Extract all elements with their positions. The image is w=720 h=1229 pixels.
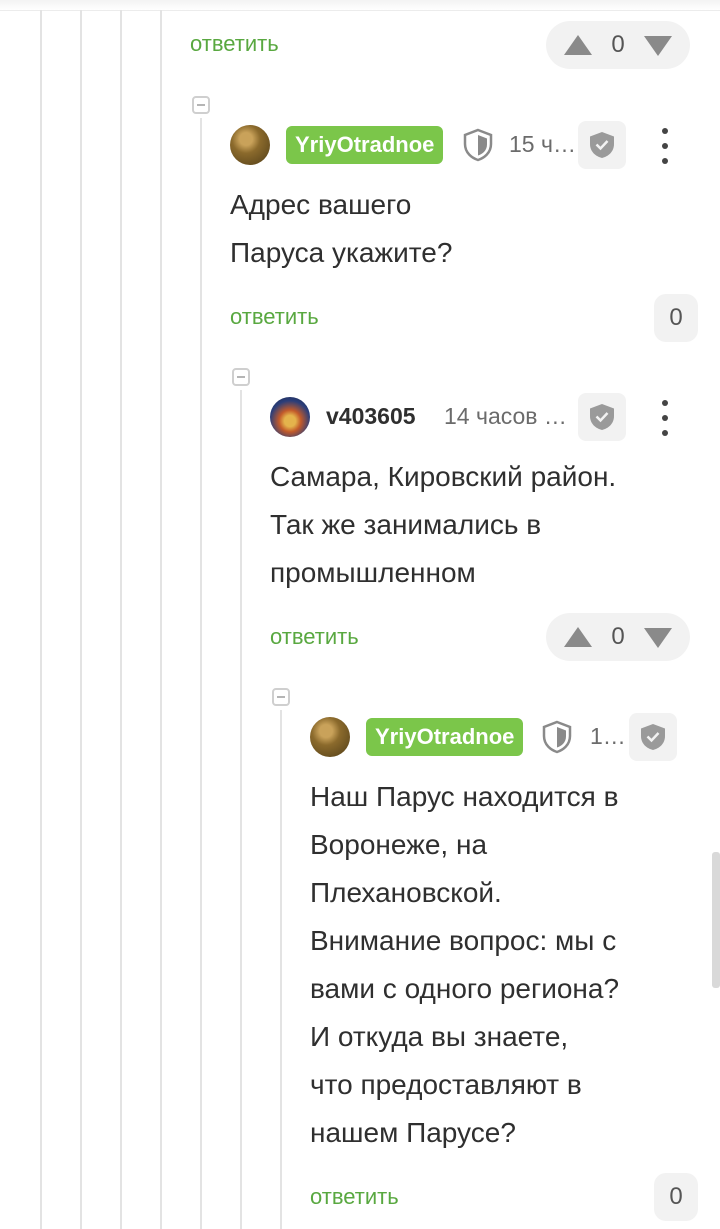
comment-text-line: вами с одного региона? xyxy=(310,973,620,1004)
arrow-down-icon[interactable] xyxy=(644,36,672,56)
collapse-icon[interactable] xyxy=(232,368,250,386)
avatar[interactable] xyxy=(270,397,310,437)
more-vert-icon[interactable] xyxy=(655,398,675,438)
reply-link[interactable]: ответить xyxy=(230,304,319,330)
arrow-up-icon[interactable] xyxy=(564,35,592,55)
thread-line xyxy=(120,10,122,1229)
comment-text-line: Адрес вашего xyxy=(230,189,412,220)
reply-link[interactable]: ответить xyxy=(270,624,359,650)
comment-text-line: промышленном xyxy=(270,557,476,588)
collapse-icon[interactable] xyxy=(272,688,290,706)
collapse-icon[interactable] xyxy=(192,96,210,114)
thread-line xyxy=(240,390,242,1229)
moderation-button[interactable] xyxy=(578,121,626,169)
shield-icon xyxy=(542,720,572,754)
comment-time: 14 часов … xyxy=(444,403,567,429)
avatar[interactable] xyxy=(310,717,350,757)
vote-count: 0 xyxy=(611,31,625,58)
thread-line xyxy=(200,118,202,1229)
thread-line xyxy=(160,10,162,1229)
comment-time: 15 ч… xyxy=(509,131,576,157)
username-badge[interactable]: YriyOtradnoe xyxy=(286,126,444,164)
top-shadow xyxy=(0,0,720,11)
vote-control: 0 xyxy=(546,613,690,661)
shield-icon xyxy=(463,128,493,162)
comment-text-line: Плехановской. xyxy=(310,877,502,908)
reply-link[interactable]: ответить xyxy=(310,1184,399,1210)
comment-text-line: Воронеже, на xyxy=(310,829,488,860)
comment-text-line: И откуда вы знаете, xyxy=(310,1021,569,1052)
thread-line xyxy=(40,10,42,1229)
thread-line xyxy=(280,710,282,1229)
comment-text-line: нашем Парусе? xyxy=(310,1117,516,1148)
arrow-down-icon[interactable] xyxy=(644,628,672,648)
thread-line xyxy=(80,10,82,1229)
shield-check-icon xyxy=(590,404,614,430)
vote-count: 0 xyxy=(669,304,683,331)
avatar[interactable] xyxy=(230,125,270,165)
shield-check-icon xyxy=(590,132,614,158)
comment-time: 1… xyxy=(590,723,626,749)
comment-text-line: что предоставляют в xyxy=(310,1069,582,1100)
vote-count: 0 xyxy=(611,623,625,650)
moderation-button[interactable] xyxy=(629,713,677,761)
vote-count: 0 xyxy=(669,1183,683,1210)
vote-control: 0 xyxy=(546,21,690,69)
arrow-up-icon[interactable] xyxy=(564,627,592,647)
username[interactable]: v403605 xyxy=(326,403,416,430)
comment-text-line: Так же занимались в xyxy=(270,509,542,540)
scrollbar[interactable] xyxy=(712,852,720,988)
moderation-button[interactable] xyxy=(578,393,626,441)
comment-text-line: Внимание вопрос: мы с xyxy=(310,925,617,956)
comment-text-line: Самара, Кировский район. xyxy=(270,461,617,492)
username-badge[interactable]: YriyOtradnoe xyxy=(366,718,524,756)
more-vert-icon[interactable] xyxy=(655,126,675,166)
comment-text-line: Наш Парус находится в xyxy=(310,781,619,812)
reply-link[interactable]: ответить xyxy=(190,31,279,57)
comment-text-line: Паруса укажите? xyxy=(230,237,453,268)
vote-control: 0 xyxy=(654,294,698,342)
shield-check-icon xyxy=(641,724,665,750)
vote-control: 0 xyxy=(654,1173,698,1221)
